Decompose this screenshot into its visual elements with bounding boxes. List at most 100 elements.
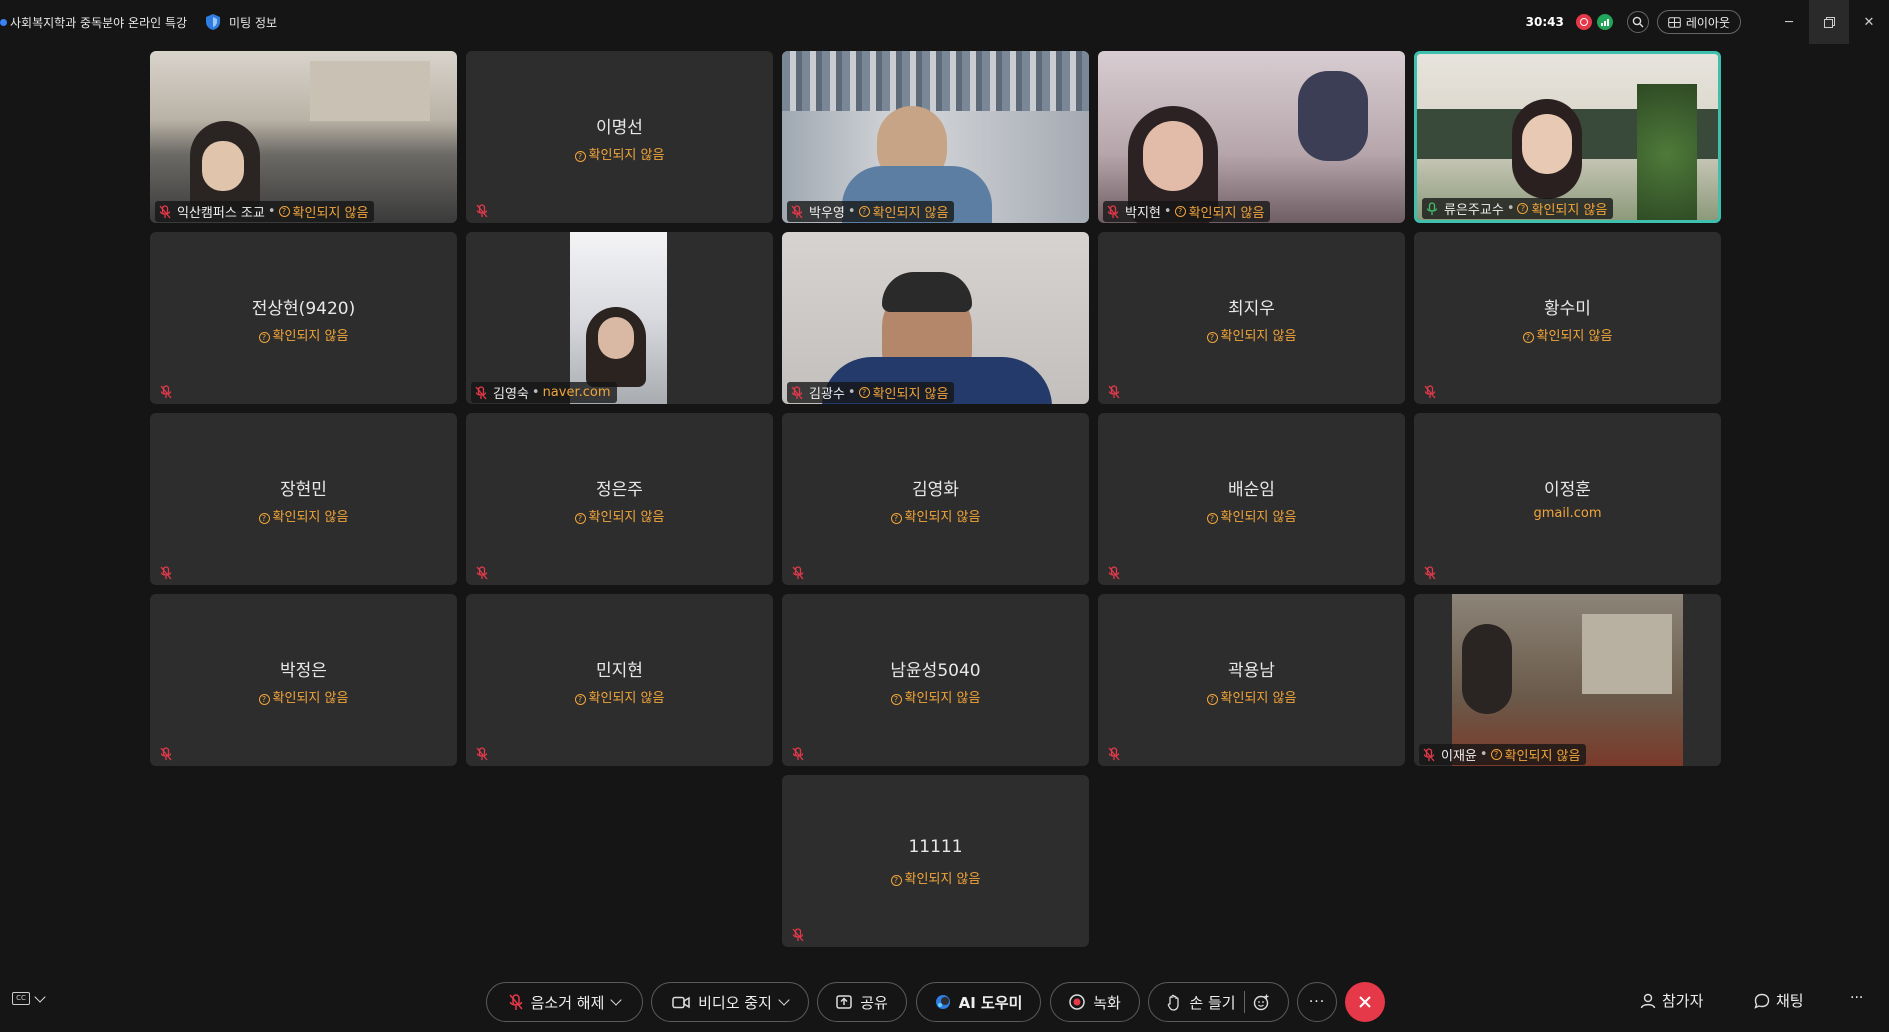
participant-name: 남윤성5040 [890,661,981,681]
participant-tile[interactable]: 김영숙 • naver.com [466,232,773,404]
verification-status: naver.com [542,385,611,400]
participant-name: 이재윤 [1441,749,1477,764]
participant-tile[interactable]: 김영화? 확인되지 않음 [782,413,1089,585]
question-icon: ? [574,151,586,162]
network-signal-icon[interactable] [1596,14,1613,30]
question-icon: ? [1206,513,1218,524]
more-options-button[interactable]: ··· [1297,982,1337,1022]
participant-tile[interactable]: 최지우? 확인되지 않음 [1098,232,1405,404]
mic-off-icon [476,203,488,218]
participant-label: 박지현 •? 확인되지 않음 [1103,201,1271,222]
close-window-button[interactable]: ✕ [1849,0,1889,44]
verification-status: gmail.com [1414,506,1721,521]
mic-off-icon [475,386,487,400]
participant-tile[interactable]: 민지현 ? 확인되지 않음 [466,594,773,766]
shield-icon[interactable] [205,13,221,31]
question-icon: ? [1490,749,1502,760]
participant-tile[interactable]: 이정훈 gmail.com [1414,413,1721,585]
separator-dot: • [847,204,856,219]
chat-button[interactable]: 채팅 [1754,990,1804,1011]
record-button[interactable]: 녹화 [1050,982,1140,1022]
raise-hand-button[interactable]: 손 들기 [1148,982,1289,1022]
captions-button[interactable]: CC [12,990,46,1005]
question-icon: ? [1522,332,1534,343]
participant-name: 이명선 [596,118,643,138]
participant-tile[interactable]: 이재윤 •? 확인되지 않음 [1414,594,1721,766]
participant-tile[interactable]: 정은주? 확인되지 않음 [466,413,773,585]
verification-status-text: 확인되지 않음 [588,148,665,163]
verification-status: ? 확인되지 않음 [466,687,773,706]
verification-status-text: 확인되지 않음 [1220,329,1297,344]
participant-tile[interactable]: 황수미? 확인되지 않음 [1414,232,1721,404]
question-icon: ? [1206,694,1218,705]
mic-off-icon [1108,565,1120,580]
participant-tile[interactable]: 배순임? 확인되지 않음 [1098,413,1405,585]
verification-status-text: 확인되지 않음 [1536,329,1613,344]
participant-tile[interactable]: 전상현(9420)? 확인되지 않음 [150,232,457,404]
restore-button[interactable] [1809,0,1849,44]
verification-status: ? 확인되지 않음 [1414,325,1721,344]
chevron-down-icon [34,990,46,1003]
verification-status-text: gmail.com [1533,506,1602,521]
participant-label: 이재윤 •? 확인되지 않음 [1419,744,1587,765]
participant-tile[interactable]: 김광수 •? 확인되지 않음 [782,232,1089,404]
more-icon: ··· [1308,994,1326,1010]
verification-status: 확인되지 않음 [1188,206,1265,221]
mic-off-icon [1423,748,1435,762]
verification-status-text: 확인되지 않음 [904,872,981,887]
verification-status: ? 확인되지 않음 [1098,506,1405,525]
video-feed [782,51,1089,223]
title-right: 30:43 레이아웃 ─ ✕ [1526,0,1889,44]
participant-tile[interactable]: 류은주교수 •? 확인되지 않음 [1414,51,1721,223]
verification-status-text: 확인되지 않음 [1220,510,1297,525]
participant-tile[interactable]: 박지현 •? 확인되지 않음 [1098,51,1405,223]
participants-button[interactable]: 참가자 [1640,990,1703,1011]
ai-assistant-button[interactable]: AI 도우미 [916,982,1041,1022]
mic-off-icon [1107,205,1119,219]
grid-icon [1668,16,1681,28]
participant-tile[interactable]: 박정은? 확인되지 않음 [150,594,457,766]
zoom-icon[interactable] [1626,11,1649,33]
reaction-icon[interactable] [1253,994,1270,1011]
separator-dot: • [1479,747,1488,762]
recording-icon[interactable] [1575,14,1592,30]
chevron-down-icon[interactable] [778,994,790,1006]
participant-name: 민지현 [596,661,643,681]
unmute-button[interactable]: 음소거 해제 [486,982,643,1022]
verification-status: ? 확인되지 않음 [1098,687,1405,706]
meeting-timer: 30:43 [1525,15,1564,29]
minimize-button[interactable]: ─ [1769,0,1809,44]
participant-tile[interactable]: 익산캠퍼스 조교 •? 확인되지 않음 [150,51,457,223]
verification-status: ? 확인되지 않음 [150,687,457,706]
chevron-down-icon[interactable] [610,994,623,1006]
stop-video-button[interactable]: 비디오 중지 [651,982,809,1022]
verification-status-text: 확인되지 않음 [272,691,349,706]
more-menu-button[interactable]: ··· [1850,990,1863,1006]
verification-status-text: 확인되지 않음 [904,691,981,706]
participant-tile[interactable]: 장현민? 확인되지 않음 [150,413,457,585]
participant-name: 김광수 [809,387,845,402]
more-icon: ··· [1850,990,1864,1006]
participant-tile[interactable]: 남윤성5040? 확인되지 않음 [782,594,1089,766]
mic-off-icon [1108,384,1120,399]
share-button[interactable]: 공유 [817,982,907,1022]
participant-name: 정은주 [596,480,643,500]
end-call-button[interactable] [1345,982,1385,1022]
verification-status: ? 확인되지 않음 [150,325,457,344]
participant-tile[interactable]: 11111? 확인되지 않음 [782,775,1089,947]
mic-on-icon [1426,202,1438,215]
separator-dot: • [267,204,276,219]
mic-off-icon [476,746,488,761]
chat-icon [1754,993,1770,1009]
mic-off-icon [1424,565,1436,580]
mic-off-icon [476,565,488,580]
layout-button[interactable]: 레이아웃 [1656,10,1741,34]
meeting-toolbar: CC 음소거 해제 비디오 중지 공유 AI 도우미 녹화 손 들기 ··· 참… [0,977,1889,1027]
participant-tile[interactable]: 이명선? 확인되지 않음 [466,51,773,223]
meeting-info-button[interactable]: 미팅 정보 [229,14,277,31]
participant-name: 김영숙 [493,387,529,402]
question-icon: ? [890,694,902,705]
participant-tile[interactable]: 곽용남? 확인되지 않음 [1098,594,1405,766]
participant-tile[interactable]: 박우영 •? 확인되지 않음 [782,51,1089,223]
question-icon: ? [858,387,870,398]
